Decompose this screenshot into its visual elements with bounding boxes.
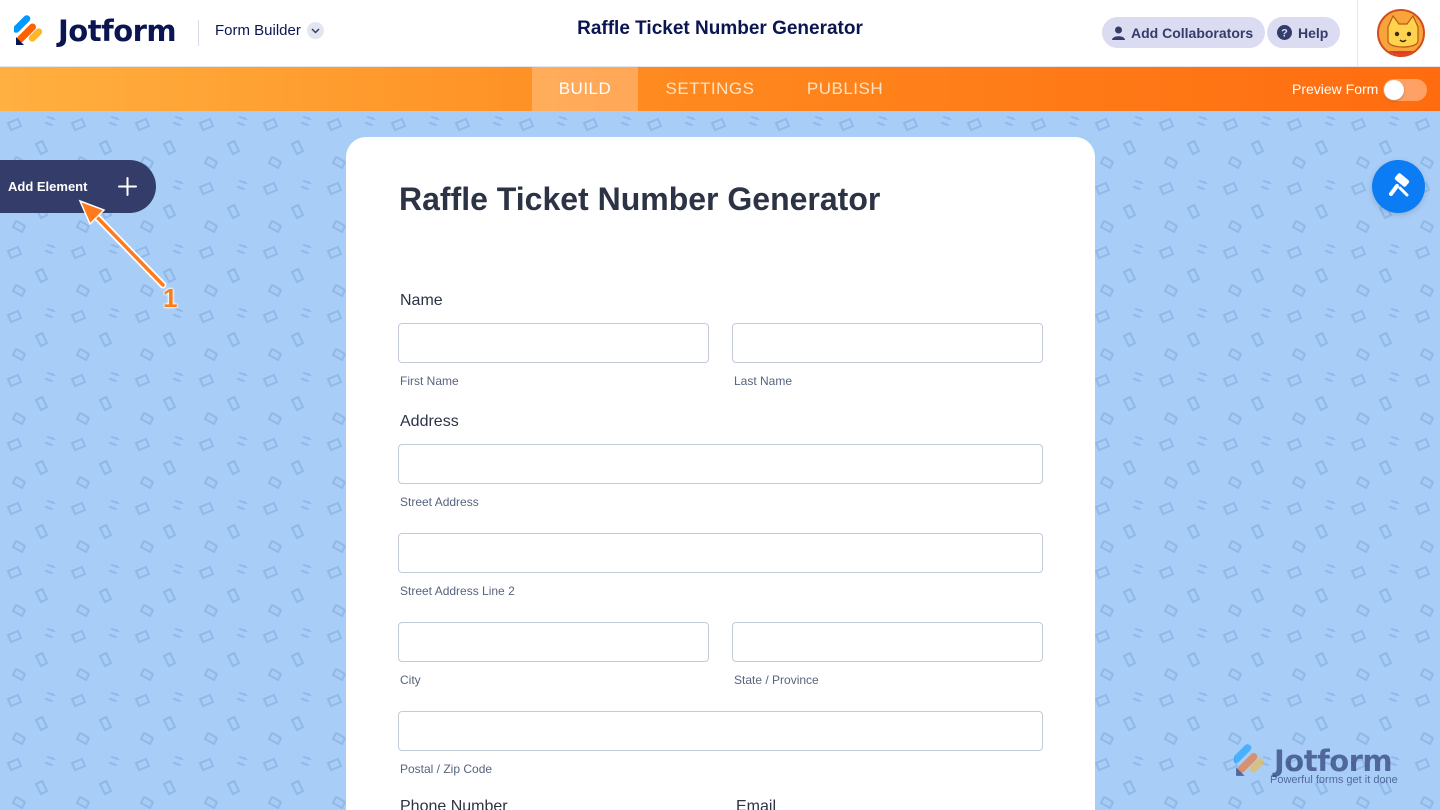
- state-province-input[interactable]: [732, 622, 1043, 662]
- first-name-input[interactable]: [398, 323, 709, 363]
- form-builder-label: Form Builder: [215, 22, 301, 39]
- plus-icon: [118, 177, 137, 196]
- email-label[interactable]: Email: [736, 798, 776, 810]
- user-icon: [1112, 26, 1125, 40]
- toggle-knob: [1384, 80, 1404, 100]
- tab-settings[interactable]: SETTINGS: [654, 67, 766, 111]
- add-collaborators-label: Add Collaborators: [1131, 24, 1254, 41]
- avatar[interactable]: [1377, 9, 1425, 57]
- help-label: Help: [1298, 24, 1329, 41]
- state-province-sublabel: State / Province: [734, 673, 819, 687]
- form-heading[interactable]: Raffle Ticket Number Generator: [399, 181, 880, 218]
- city-input[interactable]: [398, 622, 709, 662]
- preview-form-label: Preview Form: [1292, 81, 1379, 97]
- postal-code-sublabel: Postal / Zip Code: [400, 762, 493, 776]
- help-button[interactable]: ? Help: [1267, 17, 1341, 48]
- watermark-logo-text: Jotform: [1274, 744, 1393, 778]
- last-name-input[interactable]: [732, 323, 1043, 363]
- tab-build[interactable]: BUILD: [532, 67, 638, 111]
- postal-code-input[interactable]: [398, 711, 1043, 751]
- add-collaborators-button[interactable]: Add Collaborators: [1102, 17, 1266, 48]
- street-address-line2-input[interactable]: [398, 533, 1043, 573]
- street-address-input[interactable]: [398, 444, 1043, 484]
- city-sublabel: City: [400, 673, 421, 687]
- form-card: Raffle Ticket Number Generator Name Firs…: [346, 137, 1095, 810]
- street-address-sublabel: Street Address: [400, 495, 479, 509]
- header-divider: [198, 20, 199, 46]
- question-icon: ?: [1277, 25, 1292, 40]
- jotform-logo-icon: [14, 15, 43, 45]
- logo-text: Jotform: [58, 14, 177, 48]
- last-name-sublabel: Last Name: [734, 374, 793, 388]
- name-label[interactable]: Name: [400, 292, 443, 310]
- chevron-down-icon: [306, 22, 324, 39]
- jotform-watermark[interactable]: Jotform Powerful forms get it done: [1232, 744, 1398, 786]
- watermark-tagline: Powerful forms get it done: [1270, 774, 1398, 786]
- svg-text:?: ?: [1281, 28, 1288, 40]
- phone-number-label[interactable]: Phone Number: [400, 798, 508, 810]
- jotform-watermark-icon: [1232, 744, 1264, 776]
- street-address-line2-sublabel: Street Address Line 2: [400, 584, 515, 598]
- address-label[interactable]: Address: [400, 413, 459, 431]
- header-divider-right: [1357, 0, 1358, 67]
- cat-avatar-icon: [1379, 11, 1423, 55]
- paint-roller-icon: [1388, 172, 1409, 196]
- form-builder-dropdown[interactable]: Form Builder: [215, 22, 324, 39]
- preview-form-toggle[interactable]: [1383, 79, 1427, 101]
- form-designer-button[interactable]: [1372, 160, 1425, 213]
- add-element-label: Add Element: [8, 179, 88, 194]
- builder-nav: BUILD SETTINGS PUBLISH Preview Form: [0, 67, 1440, 111]
- top-header: Jotform Form Builder Raffle Ticket Numbe…: [0, 0, 1440, 67]
- jotform-logo[interactable]: Jotform: [14, 14, 177, 48]
- tab-publish[interactable]: PUBLISH: [790, 67, 900, 111]
- annotation-number: 1: [163, 283, 178, 313]
- add-element-button[interactable]: Add Element: [0, 160, 156, 213]
- first-name-sublabel: First Name: [400, 374, 459, 388]
